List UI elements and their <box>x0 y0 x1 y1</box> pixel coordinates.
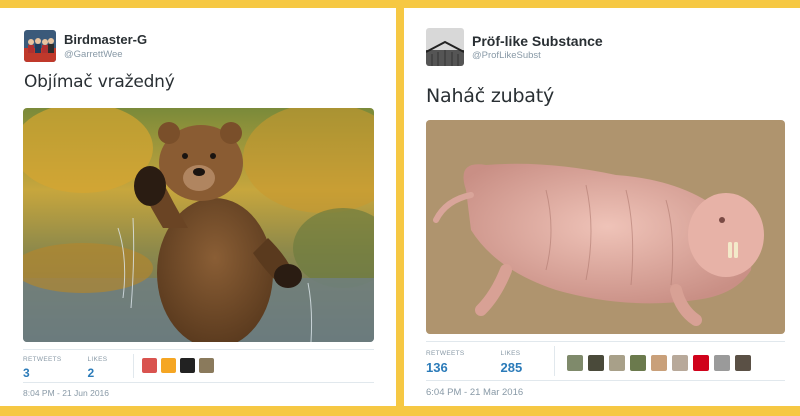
likes-count: 285 <box>500 360 523 375</box>
tweet-photo[interactable] <box>23 108 374 342</box>
tweet-header: Birdmaster-G @GarrettWee <box>24 30 147 62</box>
liker-avatar[interactable] <box>735 355 751 371</box>
likes-stat[interactable]: LIKES 285 <box>501 350 523 375</box>
retweets-label: RETWEETS <box>426 350 465 357</box>
tweet-card[interactable]: Pröf-like Substance @ProfLikeSubst Naháč… <box>404 8 800 406</box>
tweet-timestamp[interactable]: 6:04 PM - 21 Mar 2016 <box>426 387 523 398</box>
liker-avatars <box>567 355 756 371</box>
tweet-stats: RETWEETS 136 LIKES 285 <box>426 350 548 375</box>
avatar[interactable] <box>24 30 56 62</box>
divider <box>426 380 785 381</box>
liker-avatar[interactable] <box>714 355 730 371</box>
retweets-stat[interactable]: RETWEETS 3 <box>23 356 62 380</box>
liker-avatar[interactable] <box>567 355 583 371</box>
tweet-header: Pröf-like Substance @ProfLikeSubst <box>426 28 603 66</box>
divider <box>554 346 555 376</box>
divider <box>133 354 134 378</box>
retweets-count: 3 <box>23 366 30 380</box>
tweet-text: Objímač vražedný <box>24 72 175 92</box>
tweet-card[interactable]: Birdmaster-G @GarrettWee Objímač vražedn… <box>0 8 396 406</box>
divider <box>426 341 785 342</box>
divider <box>23 349 374 350</box>
liker-avatar[interactable] <box>672 355 688 371</box>
liker-avatar[interactable] <box>630 355 646 371</box>
liker-avatar[interactable] <box>161 358 176 373</box>
display-name[interactable]: Birdmaster-G <box>64 32 147 48</box>
likes-stat[interactable]: LIKES 2 <box>88 356 108 380</box>
retweets-count: 136 <box>426 360 448 375</box>
likes-label: LIKES <box>500 350 521 357</box>
user-handle[interactable]: @ProfLikeSubst <box>472 49 603 62</box>
retweets-label: RETWEETS <box>23 356 62 363</box>
tweet-timestamp[interactable]: 8:04 PM - 21 Jun 2016 <box>23 388 109 398</box>
likes-count: 2 <box>87 366 95 380</box>
liker-avatar[interactable] <box>180 358 195 373</box>
tweet-stats: RETWEETS 3 LIKES 2 <box>23 356 133 380</box>
liker-avatars <box>142 358 218 373</box>
tweet-text: Naháč zubatý <box>426 85 555 107</box>
user-names: Pröf-like Substance @ProfLikeSubst <box>472 33 603 62</box>
liker-avatar[interactable] <box>693 355 709 371</box>
tweet-photo[interactable] <box>426 120 785 334</box>
display-name[interactable]: Pröf-like Substance <box>472 33 603 49</box>
retweets-stat[interactable]: RETWEETS 136 <box>426 350 465 375</box>
liker-avatar[interactable] <box>609 355 625 371</box>
likes-label: LIKES <box>87 356 108 363</box>
user-names: Birdmaster-G @GarrettWee <box>64 32 147 61</box>
liker-avatar[interactable] <box>651 355 667 371</box>
avatar[interactable] <box>426 28 464 66</box>
liker-avatar[interactable] <box>199 358 214 373</box>
divider <box>23 382 374 383</box>
user-handle[interactable]: @GarrettWee <box>64 48 147 61</box>
liker-avatar[interactable] <box>588 355 604 371</box>
liker-avatar[interactable] <box>142 358 157 373</box>
